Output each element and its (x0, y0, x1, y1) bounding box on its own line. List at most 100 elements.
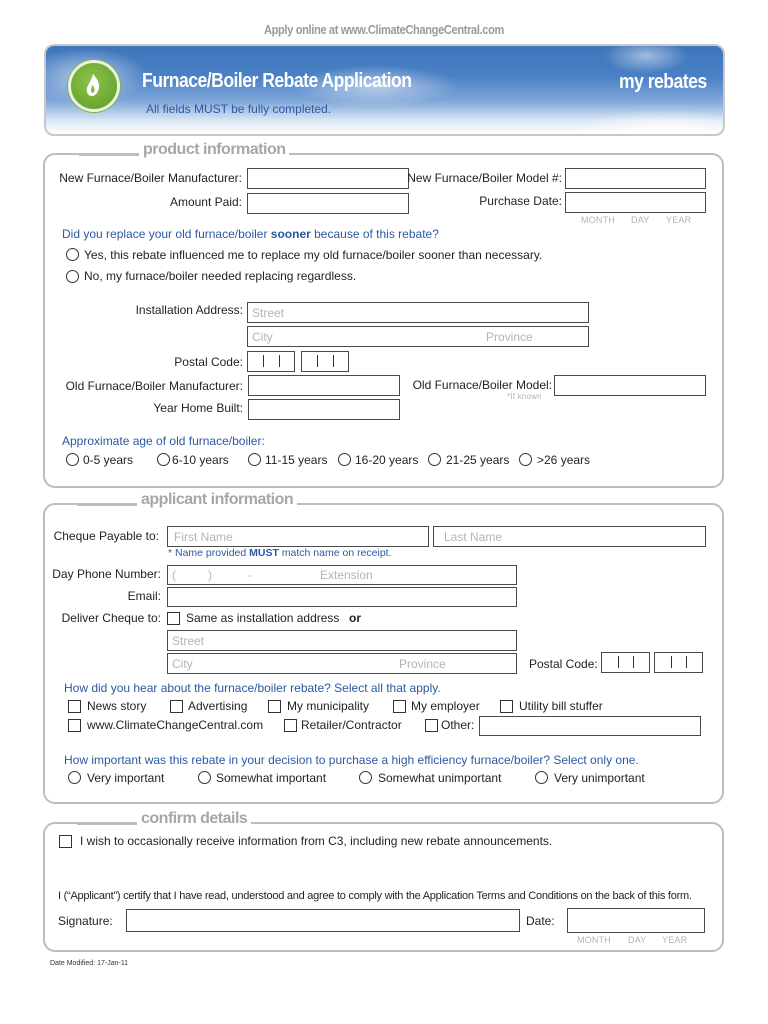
deliver-city-province-input[interactable]: City Province (167, 653, 517, 674)
hear-checkbox-employer[interactable] (393, 700, 406, 713)
hear-option-label: My employer (411, 699, 480, 713)
char-divider (333, 355, 335, 367)
phone-dash: - (248, 568, 252, 582)
old-model-label: Old Furnace/Boiler Model: (412, 378, 552, 392)
importance-option-label: Very important (87, 771, 165, 785)
purchase-date-label: Purchase Date: (479, 194, 562, 208)
phone-input[interactable]: ( ) - Extension (167, 565, 517, 585)
sooner-yes-radio[interactable] (66, 248, 79, 261)
date-modified: Date Modified: 17-Jan-11 (50, 960, 129, 967)
install-street-input[interactable]: Street (247, 302, 589, 323)
old-manufacturer-input[interactable] (248, 375, 400, 396)
sooner-no-radio[interactable] (66, 270, 79, 283)
old-model-hint: *If known (507, 392, 542, 401)
char-divider (263, 355, 265, 367)
hear-checkbox-municipality[interactable] (268, 700, 281, 713)
install-postal-label: Postal Code: (174, 355, 243, 369)
name-note: * Name provided MUST match name on recei… (168, 547, 392, 559)
section-title: applicant information (76, 491, 298, 509)
age-radio-0[interactable] (66, 453, 79, 466)
importance-question: How important was this rebate in your de… (64, 753, 639, 767)
new-model-input[interactable] (565, 168, 706, 189)
deliver-postal-part1[interactable] (601, 652, 650, 673)
importance-radio-0[interactable] (68, 771, 81, 784)
age-radio-3[interactable] (338, 453, 351, 466)
province-placeholder: Province (486, 330, 533, 344)
age-radio-1[interactable] (157, 453, 170, 466)
optin-checkbox[interactable] (59, 835, 72, 848)
old-model-input[interactable] (554, 375, 706, 396)
importance-radio-1[interactable] (198, 771, 211, 784)
phone-label: Day Phone Number: (52, 567, 161, 581)
sooner-question: Did you replace your old furnace/boiler … (62, 227, 439, 241)
hear-checkbox-utility[interactable] (500, 700, 513, 713)
or-text: or (349, 611, 361, 625)
new-manufacturer-label: New Furnace/Boiler Manufacturer: (59, 171, 242, 185)
last-name-placeholder: Last Name (444, 530, 503, 544)
hear-option-label: My municipality (287, 699, 370, 713)
age-option-label: 16-20 years (355, 453, 419, 467)
phone-paren-close: ) (208, 568, 212, 582)
hear-checkbox-website[interactable] (68, 719, 81, 732)
age-option-label: >26 years (537, 453, 591, 467)
install-city-province-input[interactable]: City Province (247, 326, 589, 347)
signature-input[interactable] (126, 909, 520, 932)
char-divider (633, 656, 635, 668)
deliver-postal-label: Postal Code: (529, 657, 598, 671)
char-divider (279, 355, 281, 367)
header-banner: Furnace/Boiler Rebate Application All fi… (44, 44, 725, 136)
email-input[interactable] (167, 587, 517, 607)
importance-radio-3[interactable] (535, 771, 548, 784)
hear-option-label: Other: (441, 718, 475, 732)
importance-option-label: Somewhat important (216, 771, 327, 785)
sooner-no-label: No, my furnace/boiler needed replacing r… (84, 269, 357, 283)
age-option-label: 6-10 years (172, 453, 229, 467)
age-radio-4[interactable] (428, 453, 441, 466)
hear-other-input[interactable] (479, 716, 701, 736)
new-model-label: New Furnace/Boiler Model #: (407, 171, 562, 185)
street-placeholder: Street (172, 634, 205, 648)
apply-online-note: Apply online at www.ClimateChangeCentral… (263, 22, 505, 37)
signature-label: Signature: (58, 914, 113, 928)
deliver-street-input[interactable]: Street (167, 630, 517, 651)
date-label: Date: (526, 914, 555, 928)
age-option-label: 11-15 years (265, 453, 328, 467)
char-divider (671, 656, 673, 668)
last-name-input[interactable]: Last Name (433, 526, 706, 547)
purchase-date-input[interactable] (565, 192, 706, 213)
year-built-input[interactable] (248, 399, 400, 420)
province-placeholder: Province (399, 657, 446, 671)
day-hint: DAY (631, 215, 650, 225)
first-name-placeholder: First Name (174, 530, 233, 544)
month-hint: MONTH (577, 935, 611, 945)
cheque-payable-label: Cheque Payable to: (53, 529, 159, 543)
brand-tagline: my rebates (619, 71, 707, 93)
section-title: product information (78, 141, 290, 159)
hear-checkbox-retailer[interactable] (284, 719, 297, 732)
certify-statement: I (“Applicant”) certify that I have read… (58, 890, 692, 902)
importance-radio-2[interactable] (359, 771, 372, 784)
install-postal-part2[interactable] (301, 351, 349, 372)
importance-option-label: Somewhat unimportant (378, 771, 502, 785)
age-option-label: 21-25 years (446, 453, 510, 467)
extension-placeholder: Extension (320, 568, 373, 582)
hear-option-label: News story (87, 699, 147, 713)
hear-checkbox-advertising[interactable] (170, 700, 183, 713)
city-placeholder: City (172, 657, 193, 671)
new-manufacturer-input[interactable] (247, 168, 409, 189)
year-built-label: Year Home Built: (153, 401, 243, 415)
install-postal-part1[interactable] (247, 351, 295, 372)
signature-date-input[interactable] (567, 908, 705, 933)
age-radio-5[interactable] (519, 453, 532, 466)
hear-checkbox-other[interactable] (425, 719, 438, 732)
hear-checkbox-news[interactable] (68, 700, 81, 713)
deliver-postal-part2[interactable] (654, 652, 703, 673)
install-address-label: Installation Address: (135, 303, 243, 317)
age-radio-2[interactable] (248, 453, 261, 466)
char-divider (618, 656, 620, 668)
first-name-input[interactable]: First Name (167, 526, 429, 547)
same-as-install-checkbox[interactable] (167, 612, 180, 625)
logo (68, 60, 120, 112)
amount-paid-input[interactable] (247, 193, 409, 214)
section-title: confirm details (76, 810, 252, 828)
